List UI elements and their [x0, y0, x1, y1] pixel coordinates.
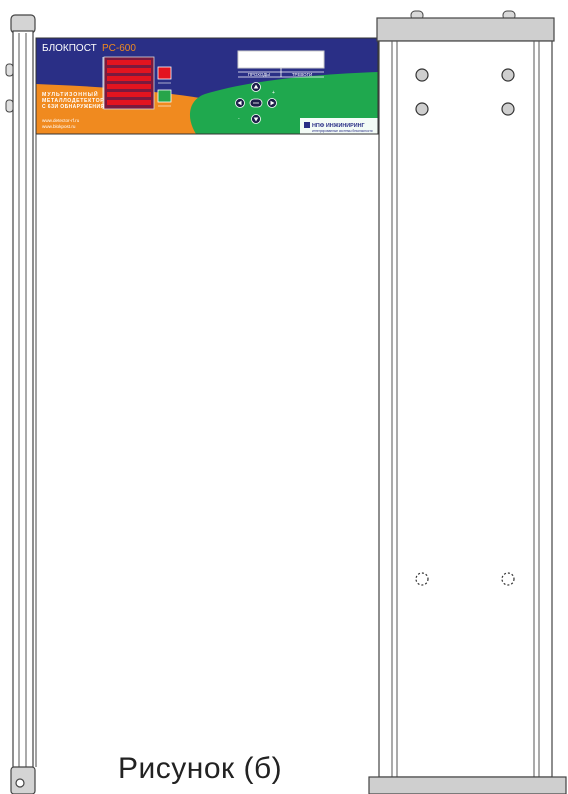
right-post-top-cap	[376, 17, 555, 42]
left-post-knob	[5, 63, 14, 77]
website-1: www.detector-rf.ru	[42, 118, 80, 123]
manufacturer-subtitle: интегрированные системы безопасности	[312, 129, 373, 133]
bolt-icon	[415, 68, 429, 82]
bolt-icon	[501, 102, 515, 116]
tagline-line-1: МУЛЬТИЗОННЫЙ	[42, 90, 99, 98]
metal-detector-drawing: БЛОКПОСТ PC-600 МУЛЬТИЗОННЫЙ МЕТАЛЛОДЕТЕ…	[5, 10, 567, 794]
tagline-line-3: С 6ЗИ ОБНАРУЖЕНИЯ	[42, 104, 104, 110]
left-post	[5, 14, 36, 794]
right-post	[368, 10, 567, 794]
alarm-lamp	[157, 66, 172, 80]
bolt-icon	[501, 68, 515, 82]
zone-indicator-column	[102, 56, 155, 110]
bolt-icon	[415, 102, 429, 116]
figure-caption: Рисунок (б)	[118, 752, 283, 785]
plus-icon: +	[272, 90, 275, 96]
left-post-top-cap	[10, 14, 36, 34]
alarms-label: ТРЕВОГИ	[292, 72, 312, 77]
passes-label: ПРОХОДЫ	[248, 72, 270, 77]
control-panel: БЛОКПОСТ PC-600 МУЛЬТИЗОННЫЙ МЕТАЛЛОДЕТЕ…	[35, 37, 379, 135]
left-post-knob	[5, 99, 14, 113]
model-name: PC-600	[102, 43, 136, 54]
website-2: www.blokpost.ru	[42, 124, 76, 129]
brand-name: БЛОКПОСТ	[42, 43, 97, 54]
ready-lamp	[157, 89, 172, 103]
foot-bolt-icon	[15, 778, 25, 788]
counter-display	[237, 50, 325, 69]
right-post-base	[368, 776, 567, 794]
manufacturer-logo-icon	[304, 122, 310, 128]
